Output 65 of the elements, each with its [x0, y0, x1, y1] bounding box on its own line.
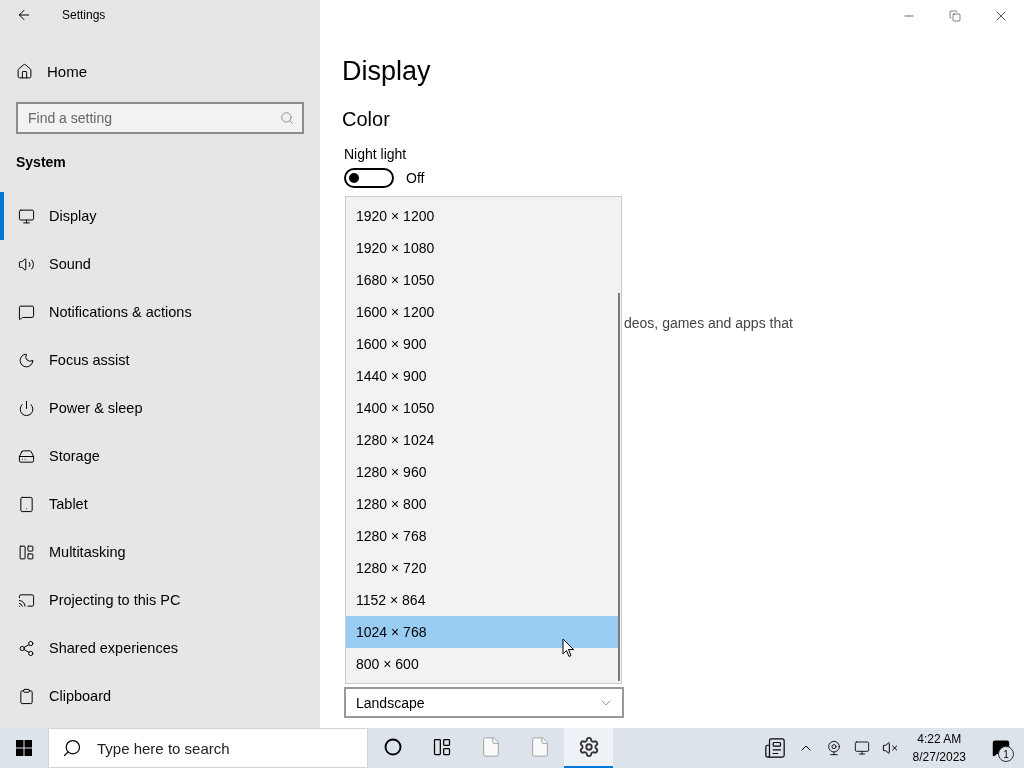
settings-icon	[577, 736, 600, 758]
dropdown-option[interactable]: 1400 × 1050	[346, 392, 618, 424]
sidebar-item[interactable]: Tablet	[0, 480, 320, 528]
sidebar-item[interactable]: Clipboard	[0, 672, 320, 720]
scrollbar-thumb[interactable]	[618, 293, 620, 681]
dropdown-option[interactable]: 1024 × 768	[346, 616, 618, 648]
dropdown-option[interactable]: 1280 × 960	[346, 456, 618, 488]
search-field[interactable]: Find a setting	[16, 101, 304, 134]
search-icon	[62, 738, 82, 758]
notification-button[interactable]: 1	[978, 728, 1024, 768]
sidebar-item[interactable]: Storage	[0, 432, 320, 480]
power-icon	[18, 399, 35, 417]
home-icon	[16, 62, 33, 80]
page-title: Display	[342, 56, 432, 88]
window-title: Settings	[62, 8, 106, 23]
sidebar-item[interactable]: Focus assist	[0, 336, 320, 384]
mouse-cursor-icon	[562, 638, 575, 658]
section-heading: Color	[342, 108, 391, 132]
toggle-state: Off	[406, 170, 425, 186]
camera-icon	[825, 740, 842, 756]
circle-icon	[383, 738, 402, 756]
restore-icon	[949, 10, 961, 22]
speaker-icon	[18, 255, 35, 273]
multitasking-icon	[18, 543, 35, 561]
monitor-icon	[18, 207, 35, 225]
dropdown-option[interactable]: 1280 × 800	[346, 488, 618, 520]
dropdown-option[interactable]: 1280 × 720	[346, 552, 618, 584]
sidebar-item[interactable]: Sound	[0, 240, 320, 288]
dropdown-option[interactable]: 1920 × 1080	[346, 232, 618, 264]
message-icon	[18, 303, 35, 321]
section-heading: System	[16, 153, 67, 172]
description-text: deos, games and apps that	[624, 315, 794, 331]
dropdown-option[interactable]: 1600 × 900	[346, 328, 618, 360]
dropdown-option[interactable]: 1152 × 864	[346, 584, 618, 616]
taskbar-search-field[interactable]: Type here to search	[48, 728, 368, 768]
dropdown-option[interactable]: 1600 × 1200	[346, 296, 618, 328]
sidebar-item[interactable]: Shared experiences	[0, 624, 320, 672]
sidebar-item[interactable]: Notifications & actions	[0, 288, 320, 336]
dropdown-option[interactable]: 1280 × 768	[346, 520, 618, 552]
sidebar-item[interactable]: Power & sleep	[0, 384, 320, 432]
drive-icon	[18, 447, 35, 465]
dropdown-option[interactable]: 1920 × 1200	[346, 200, 618, 232]
dropdown-option[interactable]: 1680 × 1050	[346, 264, 618, 296]
taskbar-app[interactable]	[564, 728, 613, 768]
share-icon	[18, 639, 35, 657]
moon-icon	[18, 351, 35, 369]
dropdown-option[interactable]: 1280 × 1024	[346, 424, 618, 456]
notification-count: 1	[998, 746, 1014, 762]
muted-speaker-icon	[881, 740, 898, 756]
projection-icon	[18, 591, 35, 609]
clipboard-icon	[18, 687, 35, 705]
sidebar-item[interactable]: Multitasking	[0, 528, 320, 576]
orientation-dropdown[interactable]: Landscape	[344, 687, 624, 718]
clock[interactable]: 4:22 AM 8/27/2023	[906, 730, 972, 766]
search-icon	[280, 110, 294, 125]
home-nav-item[interactable]: Home	[0, 55, 320, 87]
setting-label: Night light	[344, 146, 408, 162]
task-view-icon	[431, 737, 452, 757]
windows-logo-icon	[16, 740, 32, 756]
dropdown-option[interactable]: 800 × 600	[346, 648, 618, 680]
newspaper-icon	[763, 737, 786, 759]
dropdown-option[interactable]: 1440 × 900	[346, 360, 618, 392]
sidebar-item[interactable]: Projecting to this PC	[0, 576, 320, 624]
toggle-switch[interactable]	[344, 168, 394, 188]
tablet-icon	[18, 495, 35, 513]
